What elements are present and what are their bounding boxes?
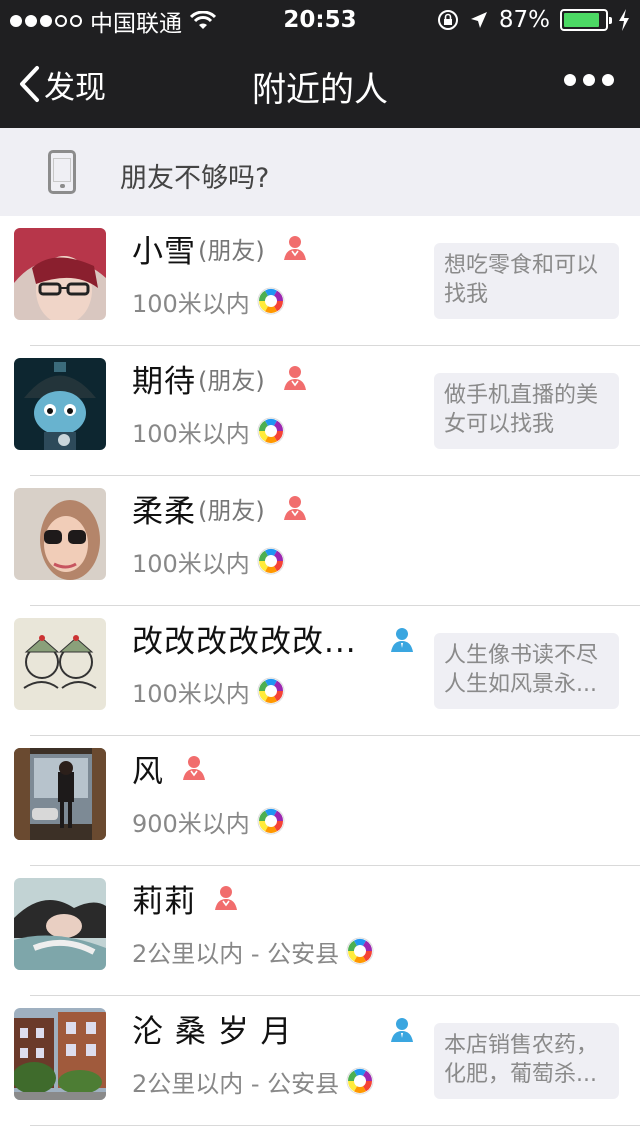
signature-text: 想吃零食和可以找我 xyxy=(444,253,599,307)
avatar xyxy=(14,488,106,580)
find-more-friends-banner[interactable]: 朋友不够吗? xyxy=(0,128,640,216)
moments-icon xyxy=(345,936,375,966)
female-icon xyxy=(180,754,208,782)
avatar xyxy=(14,358,106,450)
distance-line: 100米以内 xyxy=(132,544,286,578)
charging-bolt-icon xyxy=(619,9,629,31)
distance-label: 2公里以内 - 公安县 xyxy=(132,1069,340,1098)
name-line: 期待 (朋友) xyxy=(132,358,309,400)
list-item[interactable]: 莉莉 2公里以内 - 公安县 xyxy=(0,866,640,996)
battery-level xyxy=(564,13,599,27)
row-divider xyxy=(30,1125,640,1126)
more-dot-icon xyxy=(583,74,595,86)
signature-text: 做手机直播的美女可以找我 xyxy=(444,383,599,437)
person-name: 莉莉 xyxy=(132,883,196,920)
list-item[interactable]: 柔柔 (朋友) 100米以内 xyxy=(0,476,640,606)
female-icon xyxy=(212,884,240,912)
status-right: 87% xyxy=(437,7,630,33)
person-name: 期待 xyxy=(132,363,196,400)
signature-bubble: 本店销售农药，化肥，葡萄杀... xyxy=(434,1023,619,1099)
female-icon xyxy=(281,234,309,262)
location-arrow-icon xyxy=(470,12,487,28)
status-bar: 中国联通 20:53 87% xyxy=(0,0,640,40)
moments-icon xyxy=(256,546,286,576)
person-name: 沦 桑 岁 月 xyxy=(132,1013,293,1050)
person-name: 小雪 xyxy=(132,233,196,270)
name-line: 改改改改改改... xyxy=(132,618,357,660)
distance-label: 900米以内 xyxy=(132,809,250,838)
name-line: 小雪 (朋友) xyxy=(132,228,309,270)
distance-line: 100米以内 xyxy=(132,414,286,448)
list-item[interactable]: 期待 (朋友) 100米以内 做手机直播的美女可以找我 xyxy=(0,346,640,476)
moments-icon xyxy=(256,806,286,836)
name-line: 莉莉 xyxy=(132,878,240,920)
avatar xyxy=(14,228,106,320)
list-item[interactable]: 小雪 (朋友) 100米以内 想吃零食和可以找我 xyxy=(0,216,640,346)
nearby-people-list: 小雪 (朋友) 100米以内 想吃零食和可以找我 期待 (朋友) 100米以内 做手机直播的美… xyxy=(0,216,640,1126)
battery-percent: 87% xyxy=(498,7,550,33)
name-line: 沦 桑 岁 月 xyxy=(132,1008,293,1050)
distance-line: 2公里以内 - 公安县 xyxy=(132,1064,375,1098)
moments-icon xyxy=(256,416,286,446)
avatar xyxy=(14,618,106,710)
banner-text: 朋友不够吗? xyxy=(120,163,270,194)
avatar xyxy=(14,878,106,970)
friend-tag: (朋友) xyxy=(198,236,265,265)
list-item[interactable]: 改改改改改改... 100米以内 人生像书读不尽人生如风景永... xyxy=(0,606,640,736)
avatar xyxy=(14,1008,106,1100)
battery-icon xyxy=(560,9,612,31)
distance-label: 100米以内 xyxy=(132,419,250,448)
avatar xyxy=(14,748,106,840)
person-name: 风 xyxy=(132,753,164,790)
distance-label: 100米以内 xyxy=(132,679,250,708)
distance-line: 2公里以内 - 公安县 xyxy=(132,934,375,968)
distance-line: 100米以内 xyxy=(132,284,286,318)
more-button[interactable] xyxy=(564,74,614,86)
moments-icon xyxy=(256,286,286,316)
friend-tag: (朋友) xyxy=(198,496,265,525)
moments-icon xyxy=(256,676,286,706)
male-icon xyxy=(388,626,416,654)
person-name: 改改改改改改... xyxy=(132,623,357,660)
more-dot-icon xyxy=(602,74,614,86)
signature-text: 人生像书读不尽人生如风景永... xyxy=(444,643,599,697)
male-icon xyxy=(388,1016,416,1044)
rotation-lock-icon xyxy=(437,10,458,30)
female-icon xyxy=(281,494,309,522)
female-icon xyxy=(281,364,309,392)
distance-label: 100米以内 xyxy=(132,549,250,578)
phone-icon xyxy=(48,150,76,194)
signature-bubble: 想吃零食和可以找我 xyxy=(434,243,619,319)
more-dot-icon xyxy=(564,74,576,86)
friend-tag: (朋友) xyxy=(198,366,265,395)
distance-label: 2公里以内 - 公安县 xyxy=(132,939,340,968)
distance-label: 100米以内 xyxy=(132,289,250,318)
list-item[interactable]: 沦 桑 岁 月 2公里以内 - 公安县 本店销售农药，化肥，葡萄杀... xyxy=(0,996,640,1126)
page-title: 附近的人 xyxy=(252,70,388,110)
distance-line: 900米以内 xyxy=(132,804,286,838)
navigation-bar: 发现 附近的人 xyxy=(0,40,640,128)
person-name: 柔柔 xyxy=(132,493,196,530)
name-line: 风 xyxy=(132,748,208,790)
list-item[interactable]: 风 900米以内 xyxy=(0,736,640,866)
signature-bubble: 做手机直播的美女可以找我 xyxy=(434,373,619,449)
signature-bubble: 人生像书读不尽人生如风景永... xyxy=(434,633,619,709)
distance-line: 100米以内 xyxy=(132,674,286,708)
moments-icon xyxy=(345,1066,375,1096)
signature-text: 本店销售农药，化肥，葡萄杀... xyxy=(444,1033,599,1087)
name-line: 柔柔 (朋友) xyxy=(132,488,309,530)
